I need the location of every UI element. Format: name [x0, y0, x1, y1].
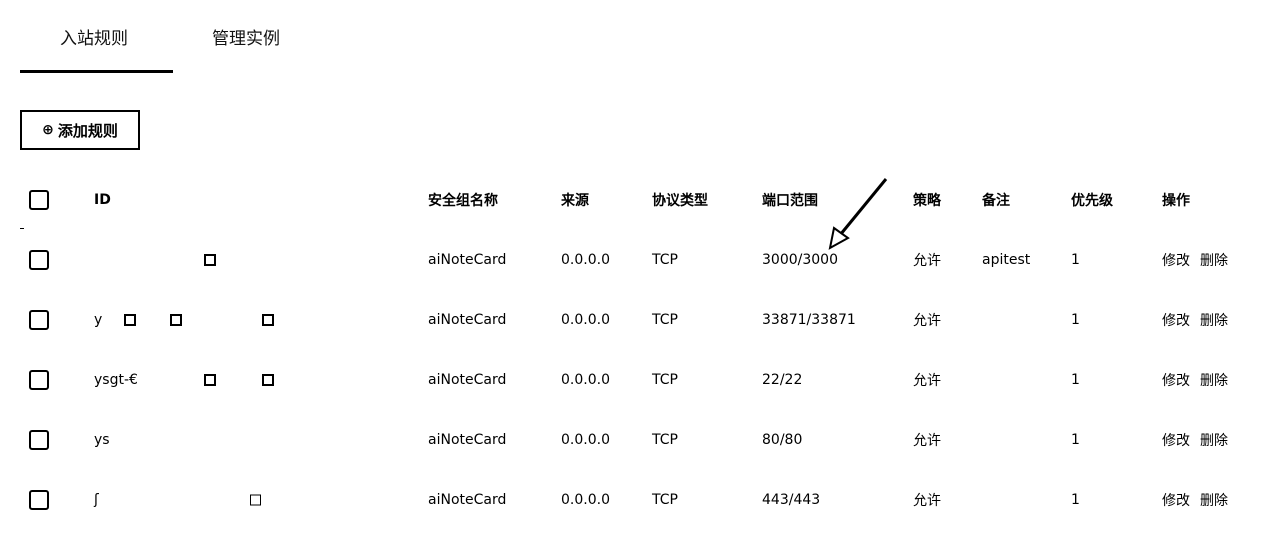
add-rule-label: 添加规则: [57, 121, 118, 140]
redaction-mark: [262, 314, 274, 326]
rule-id: y: [94, 312, 103, 328]
header-protocol: 协议类型: [652, 193, 708, 209]
action-cell: 修改 删除: [1162, 490, 1238, 510]
row-checkbox[interactable]: [29, 490, 49, 510]
action-cell: 修改 删除: [1162, 250, 1238, 270]
edit-link[interactable]: 修改: [1162, 313, 1190, 329]
row-checkbox[interactable]: [29, 250, 49, 270]
port-range: 3000/3000: [762, 252, 838, 268]
priority: 1: [1071, 252, 1080, 268]
row-checkbox[interactable]: [29, 430, 49, 450]
header-note: 备注: [982, 193, 1010, 209]
table-header-row: ID 安全组名称 来源 协议类型 端口范围 策略 备注 优先级 操作: [0, 170, 1280, 230]
row-checkbox[interactable]: [29, 310, 49, 330]
source: 0.0.0.0: [561, 252, 610, 268]
select-all-checkbox[interactable]: [29, 190, 49, 210]
delete-link[interactable]: 删除: [1200, 253, 1228, 269]
annotation-arrow-icon: [828, 178, 888, 250]
delete-link[interactable]: 删除: [1200, 373, 1228, 389]
edit-link[interactable]: 修改: [1162, 433, 1190, 449]
source: 0.0.0.0: [561, 312, 610, 328]
port-range: 80/80: [762, 432, 803, 448]
tab-manage-instances[interactable]: 管理实例: [212, 24, 280, 49]
table-row: aiNoteCard 0.0.0.0 TCP 3000/3000 允许 apit…: [0, 230, 1280, 290]
protocol: TCP: [652, 312, 678, 328]
table-row: y aiNoteCard 0.0.0.0 TCP 33871/33871 允许 …: [0, 290, 1280, 350]
source: 0.0.0.0: [561, 492, 610, 508]
priority: 1: [1071, 492, 1080, 508]
rule-id: ys: [94, 432, 110, 448]
header-name: 安全组名称: [428, 193, 498, 209]
table-row: ys aiNoteCard 0.0.0.0 TCP 80/80 允许 1 修改删…: [0, 410, 1280, 470]
priority: 1: [1071, 312, 1080, 328]
active-tab-indicator: [20, 70, 173, 73]
policy: 允许: [913, 313, 941, 329]
redaction-mark: [204, 374, 216, 386]
header-port: 端口范围: [762, 193, 818, 209]
source: 0.0.0.0: [561, 432, 610, 448]
delete-link[interactable]: 删除: [1200, 313, 1228, 329]
tab-inbound-rules[interactable]: 入站规则: [60, 24, 128, 49]
protocol: TCP: [652, 432, 678, 448]
security-group-name: aiNoteCard: [428, 372, 507, 388]
protocol: TCP: [652, 252, 678, 268]
security-group-name: aiNoteCard: [428, 492, 507, 508]
security-group-name: aiNoteCard: [428, 432, 507, 448]
redaction-mark: [250, 494, 261, 506]
port-range: 22/22: [762, 372, 803, 388]
header-source: 来源: [561, 193, 589, 209]
security-group-name: aiNoteCard: [428, 312, 507, 328]
edit-link[interactable]: 修改: [1162, 373, 1190, 389]
edit-link[interactable]: 修改: [1162, 493, 1190, 509]
action-cell: 修改 删除: [1162, 310, 1238, 330]
port-range: 33871/33871: [762, 312, 856, 328]
table-row: ysgt-€ aiNoteCard 0.0.0.0 TCP 22/22 允许 1…: [0, 350, 1280, 410]
action-cell: 修改 删除: [1162, 430, 1238, 450]
port-range: 443/443: [762, 492, 821, 508]
header-id: ID: [94, 192, 111, 208]
delete-link[interactable]: 删除: [1200, 433, 1228, 449]
redaction-mark: [124, 314, 136, 326]
protocol: TCP: [652, 372, 678, 388]
security-group-name: aiNoteCard: [428, 252, 507, 268]
delete-link[interactable]: 删除: [1200, 493, 1228, 509]
table-row: ʃ aiNoteCard 0.0.0.0 TCP 443/443 允许 1 修改…: [0, 470, 1280, 530]
policy: 允许: [913, 493, 941, 509]
plus-circle-icon: ⊕: [42, 122, 54, 138]
policy: 允许: [913, 253, 941, 269]
rule-id: ysgt-€: [94, 372, 138, 388]
add-rule-button[interactable]: ⊕ 添加规则: [20, 110, 140, 150]
tab-bar: 入站规则 管理实例: [20, 0, 420, 74]
policy: 允许: [913, 373, 941, 389]
policy: 允许: [913, 433, 941, 449]
redaction-mark: [262, 374, 274, 386]
rule-id: ʃ: [94, 492, 99, 508]
action-cell: 修改 删除: [1162, 370, 1238, 390]
redaction-mark: [204, 254, 216, 266]
header-action: 操作: [1162, 193, 1190, 209]
note: apitest: [982, 252, 1031, 268]
header-policy: 策略: [913, 193, 941, 209]
priority: 1: [1071, 432, 1080, 448]
priority: 1: [1071, 372, 1080, 388]
redaction-mark: [170, 314, 182, 326]
header-priority: 优先级: [1071, 193, 1113, 209]
edit-link[interactable]: 修改: [1162, 253, 1190, 269]
protocol: TCP: [652, 492, 678, 508]
row-checkbox[interactable]: [29, 370, 49, 390]
source: 0.0.0.0: [561, 372, 610, 388]
